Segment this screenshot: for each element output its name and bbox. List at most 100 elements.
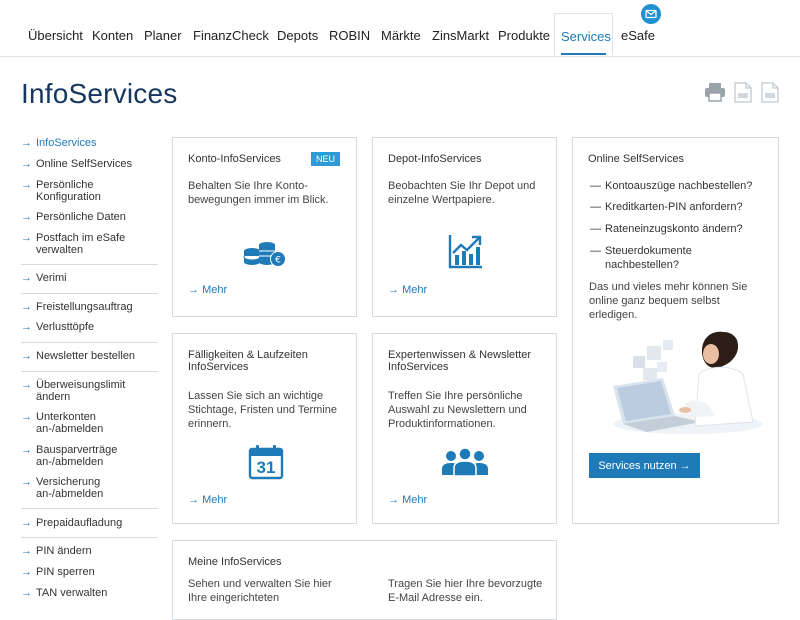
arrow-right-icon: → bbox=[21, 232, 32, 244]
card-description: Behalten Sie Ihre Konto- bewegungen imme… bbox=[188, 180, 329, 206]
sidebar-item-newsletter-bestellen[interactable]: → Newsletter bestellen bbox=[21, 350, 135, 362]
sidebar-item-bausparvertraege[interactable]: → Bausparverträge an-/abmelden bbox=[21, 444, 136, 468]
sidebar-divider bbox=[21, 371, 158, 372]
csv-export-icon[interactable] bbox=[760, 82, 780, 108]
mail-notification-icon[interactable] bbox=[641, 4, 661, 24]
arrow-right-icon: → bbox=[21, 411, 32, 423]
list-item: — Rateneinzugskonto ändern? bbox=[590, 223, 743, 235]
nav-depots[interactable]: Depots bbox=[277, 28, 318, 43]
card-description: Beobachten Sie Ihr Depot und einzelne We… bbox=[388, 180, 536, 206]
new-badge: NEU bbox=[310, 152, 340, 166]
sidebar-item-ueberweisungslimit[interactable]: → Überweisungslimit ändern bbox=[21, 379, 146, 403]
sidebar-item-persoenliche-daten[interactable]: → Persönliche Daten bbox=[21, 211, 126, 223]
sidebar-item-unterkonten[interactable]: → Unterkonten an-/abmelden bbox=[21, 411, 126, 435]
card-faelligkeiten-infoservices[interactable]: Fälligkeiten & Laufzeiten InfoServices L… bbox=[172, 333, 357, 524]
card-konto-infoservices[interactable]: Konto-InfoServices NEU Behalten Sie Ihre… bbox=[172, 137, 357, 317]
sidebar-item-pin-aendern[interactable]: → PIN ändern bbox=[21, 545, 92, 557]
arrow-right-icon: → bbox=[21, 587, 32, 599]
sidebar-item-pin-sperren[interactable]: → PIN sperren bbox=[21, 566, 95, 578]
card-title: Fälligkeiten & Laufzeiten InfoServices bbox=[188, 349, 308, 373]
card-title: Meine InfoServices bbox=[188, 556, 282, 568]
arrow-right-icon: → bbox=[21, 350, 32, 362]
group-icon bbox=[441, 447, 489, 482]
arrow-right-icon: → bbox=[21, 517, 32, 529]
card-description: Treffen Sie Ihre persönliche Auswahl zu … bbox=[388, 390, 527, 430]
calendar-day: 31 bbox=[256, 458, 276, 477]
nav-esafe[interactable]: eSafe bbox=[621, 28, 655, 43]
nav-robin[interactable]: ROBIN bbox=[329, 28, 370, 43]
nav-konten[interactable]: Konten bbox=[92, 28, 133, 43]
svg-text:€: € bbox=[275, 256, 281, 266]
top-navigation: Übersicht Konten Planer FinanzCheck Depo… bbox=[0, 0, 800, 57]
list-item: — Kreditkarten-PIN anfordern? bbox=[590, 201, 743, 213]
sidebar-item-tan-verwalten[interactable]: → TAN verwalten bbox=[21, 587, 107, 599]
arrow-right-icon: → bbox=[21, 545, 32, 557]
print-icon[interactable] bbox=[704, 82, 726, 107]
woman-laptop-illustration bbox=[603, 326, 763, 441]
arrow-right-icon: → bbox=[21, 444, 32, 456]
arrow-right-icon: → bbox=[21, 158, 32, 170]
sidebar-divider bbox=[21, 342, 158, 343]
list-item: — Steuerdokumente nachbestellen? bbox=[590, 245, 692, 271]
active-underline bbox=[561, 53, 606, 55]
nav-uebersicht[interactable]: Übersicht bbox=[28, 28, 83, 43]
arrow-right-icon: → bbox=[21, 321, 32, 333]
arrow-right-icon: → bbox=[388, 494, 399, 506]
card-description-right: Tragen Sie hier Ihre bevorzugte E-Mail A… bbox=[388, 578, 543, 604]
more-link[interactable]: → Mehr bbox=[188, 284, 227, 296]
calendar-icon: 31 bbox=[248, 444, 284, 485]
card-title: Expertenwissen & Newsletter InfoServices bbox=[388, 349, 532, 373]
card-title: Online SelfServices bbox=[588, 153, 684, 165]
card-online-selfservices: Online SelfServices — Kontoauszüge nachbe… bbox=[572, 137, 779, 524]
nav-produkte[interactable]: Produkte bbox=[498, 28, 550, 43]
sidebar-item-online-selfservices[interactable]: → Online SelfServices bbox=[21, 158, 132, 170]
sidebar-divider bbox=[21, 264, 158, 265]
services-nutzen-button[interactable]: Services nutzen → bbox=[589, 453, 700, 478]
nav-planer[interactable]: Planer bbox=[144, 28, 182, 43]
sidebar-item-verlusttoepfe[interactable]: → Verlusttöpfe bbox=[21, 321, 94, 333]
arrow-right-icon: → bbox=[21, 272, 32, 284]
chart-up-icon bbox=[448, 233, 484, 274]
sidebar-item-prepaidaufladung[interactable]: → Prepaidaufladung bbox=[21, 517, 122, 529]
nav-zinsmarkt[interactable]: ZinsMarkt bbox=[432, 28, 489, 43]
more-link[interactable]: → Mehr bbox=[188, 494, 227, 506]
sidebar-item-infoservices[interactable]: → InfoServices bbox=[21, 137, 97, 149]
arrow-right-icon: → bbox=[21, 179, 32, 191]
card-description: Das und vieles mehr können Sie online ga… bbox=[589, 281, 748, 321]
arrow-right-icon: → bbox=[21, 211, 32, 223]
card-depot-infoservices[interactable]: Depot-InfoServices Beobachten Sie Ihr De… bbox=[372, 137, 557, 317]
arrow-right-icon: → bbox=[21, 566, 32, 578]
more-link[interactable]: → Mehr bbox=[388, 284, 427, 296]
arrow-right-icon: → bbox=[388, 284, 399, 296]
nav-finanzcheck[interactable]: FinanzCheck bbox=[193, 28, 269, 43]
sidebar-divider bbox=[21, 293, 158, 294]
arrow-right-icon: → bbox=[21, 301, 32, 313]
arrow-right-icon: → bbox=[21, 476, 32, 488]
arrow-right-icon: → bbox=[21, 379, 32, 391]
nav-maerkte[interactable]: Märkte bbox=[381, 28, 421, 43]
pdf-export-icon[interactable] bbox=[733, 82, 753, 108]
sidebar-divider bbox=[21, 537, 158, 538]
nav-services-label: Services bbox=[561, 29, 611, 44]
card-description: Lassen Sie sich an wichtige Stichtage, F… bbox=[188, 390, 337, 430]
nav-services-active[interactable]: Services bbox=[554, 13, 613, 55]
card-title: Depot-InfoServices bbox=[388, 153, 482, 165]
sidebar-item-versicherung[interactable]: → Versicherung an-/abmelden bbox=[21, 476, 126, 500]
card-meine-infoservices: Meine InfoServices Sehen und verwalten S… bbox=[172, 540, 557, 620]
card-description-left: Sehen und verwalten Sie hier Ihre einger… bbox=[188, 578, 332, 604]
arrow-right-icon: → bbox=[188, 494, 199, 506]
sidebar-item-persoenliche-konfiguration[interactable]: → Persönliche Konfiguration bbox=[21, 179, 136, 203]
card-title: Konto-InfoServices bbox=[188, 153, 281, 165]
more-link[interactable]: → Mehr bbox=[388, 494, 427, 506]
card-expertenwissen-infoservices[interactable]: Expertenwissen & Newsletter InfoServices… bbox=[372, 333, 557, 524]
coins-euro-icon: € bbox=[243, 235, 287, 272]
sidebar-item-postfach-esafe[interactable]: → Postfach im eSafe verwalten bbox=[21, 232, 146, 256]
sidebar-item-freistellungsauftrag[interactable]: → Freistellungsauftrag bbox=[21, 301, 133, 313]
arrow-right-icon: → bbox=[188, 284, 199, 296]
sidebar-divider bbox=[21, 508, 158, 509]
page-title: InfoServices bbox=[21, 78, 178, 109]
list-item: — Kontoauszüge nachbestellen? bbox=[590, 180, 753, 192]
sidebar-item-verimi[interactable]: → Verimi bbox=[21, 272, 67, 284]
arrow-right-icon: → bbox=[21, 137, 32, 149]
arrow-right-icon: → bbox=[679, 459, 691, 472]
